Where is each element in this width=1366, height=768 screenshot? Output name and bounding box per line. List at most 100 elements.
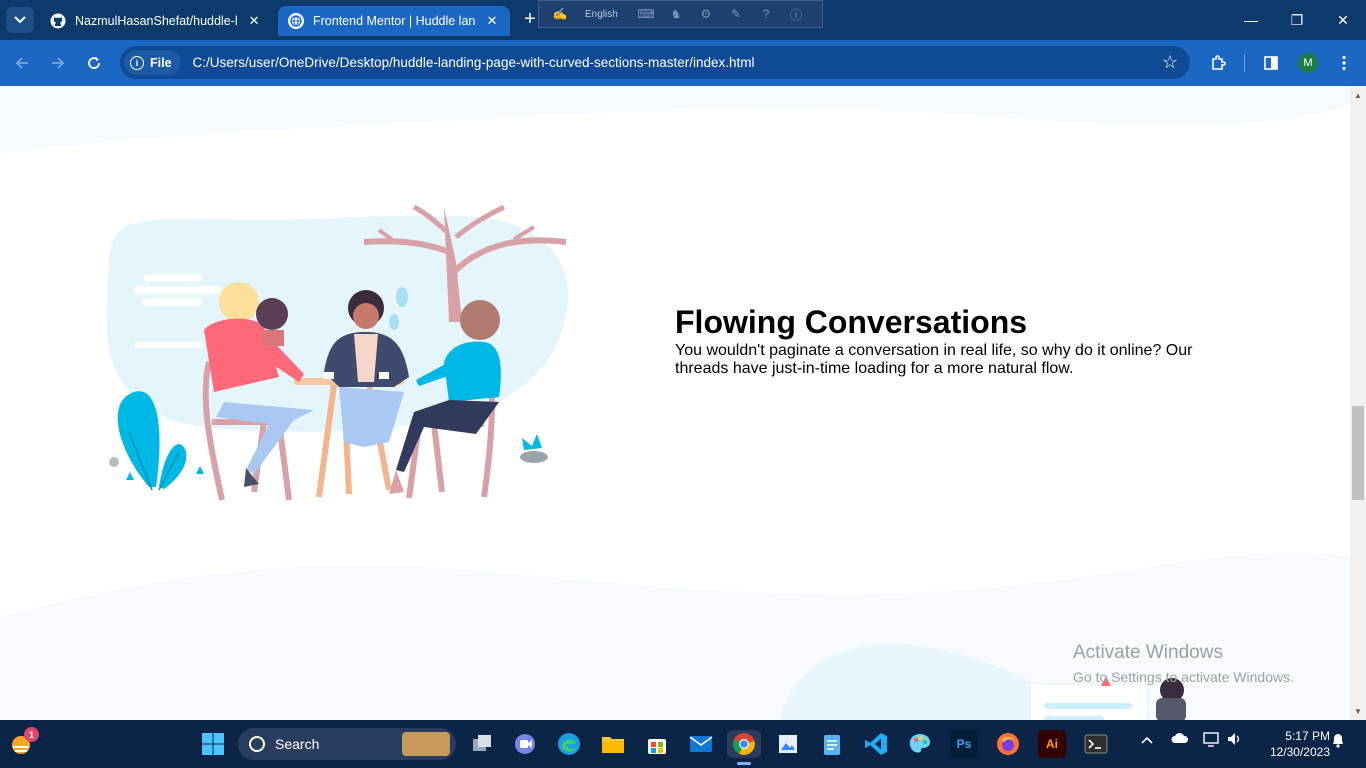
task-view-button[interactable]	[468, 730, 496, 758]
tab-search-button[interactable]	[6, 7, 34, 33]
scrollbar-thumb[interactable]	[1352, 406, 1364, 500]
url-text[interactable]: C:/Users/user/OneDrive/Desktop/huddle-la…	[193, 55, 755, 70]
restore-button[interactable]: ❐	[1274, 0, 1320, 40]
gear-icon[interactable]: ⚙	[697, 5, 715, 23]
arrow-right-icon	[52, 57, 65, 69]
network-icon[interactable]	[1203, 732, 1221, 751]
close-window-button[interactable]: ✕	[1320, 0, 1366, 40]
address-bar[interactable]: i File C:/Users/user/OneDrive/Desktop/hu…	[120, 46, 1190, 79]
tab-close-icon[interactable]: ✕	[484, 13, 500, 29]
page-viewport: Flowing Conversations You wouldn't pagin…	[0, 86, 1350, 720]
watermark-subtitle: Go to Settings to activate Windows.	[1073, 669, 1294, 685]
forward-button[interactable]	[45, 50, 71, 76]
palette-icon	[909, 734, 930, 753]
chrome-button[interactable]	[727, 730, 761, 758]
volume-icon[interactable]	[1227, 732, 1243, 749]
star-icon[interactable]: ☆	[1162, 52, 1178, 73]
video-chat-icon	[515, 734, 535, 754]
store-icon	[648, 739, 666, 754]
reload-icon	[88, 57, 100, 69]
system-clock[interactable]: 5:17 PM 12/30/2023	[1256, 728, 1330, 760]
windows-taskbar: 1 Search Ps Ai 5:17 PM 12/30/2023	[0, 720, 1366, 768]
photos-button[interactable]	[774, 730, 802, 758]
terminal-button[interactable]	[1082, 730, 1110, 758]
notification-bell-icon[interactable]	[1331, 732, 1345, 751]
taskbar-search[interactable]: Search	[238, 728, 456, 760]
weather-widget[interactable]: 1	[8, 727, 39, 758]
search-label: Search	[275, 736, 320, 752]
arrow-left-icon	[15, 57, 28, 69]
illustrator-button[interactable]: Ai	[1038, 730, 1066, 758]
tab-label: NazmulHasanShefat/huddle-lan	[75, 14, 239, 28]
language-label[interactable]: English	[585, 9, 625, 20]
kebab-menu-icon	[1342, 55, 1346, 71]
site-info-chip[interactable]: i File	[124, 50, 181, 75]
notepad-icon	[824, 735, 840, 755]
tab-frontend-mentor[interactable]: Frontend Mentor | Huddle landi ✕	[278, 6, 510, 36]
tab-label: Frontend Mentor | Huddle landi	[313, 14, 477, 28]
site-info-label: File	[150, 55, 172, 70]
search-icon	[249, 736, 265, 752]
browser-toolbar: i File C:/Users/user/OneDrive/Desktop/hu…	[0, 40, 1366, 86]
chevron-down-icon	[14, 16, 26, 24]
profile-avatar[interactable]: M	[1298, 53, 1318, 73]
photoshop-button[interactable]: Ps	[950, 730, 978, 758]
paint-button[interactable]	[906, 730, 934, 758]
mail-button[interactable]	[687, 730, 715, 758]
language-bar: ✍ English ⌨ ♞ ⚙ ✎ ? ⓘ	[538, 0, 823, 28]
active-app-indicator	[737, 762, 751, 765]
keyboard-icon[interactable]: ⌨	[637, 5, 655, 23]
menu-button[interactable]	[1331, 50, 1357, 76]
info-icon[interactable]: ⓘ	[787, 5, 805, 23]
extensions-button[interactable]	[1205, 50, 1231, 76]
feature-section: Flowing Conversations You wouldn't pagin…	[675, 302, 1235, 378]
extensions-icon	[1212, 55, 1226, 70]
side-panel-button[interactable]	[1258, 50, 1284, 76]
chevron-up-icon	[1141, 736, 1153, 744]
scroll-down-arrow[interactable]: ▼	[1350, 704, 1366, 718]
vertical-scrollbar[interactable]: ▲ ▼	[1350, 86, 1366, 720]
title-bar: NazmulHasanShefat/huddle-lan ✕ Frontend …	[0, 0, 1366, 40]
terminal-icon	[1084, 734, 1108, 754]
tab-github[interactable]: NazmulHasanShefat/huddle-lan ✕	[40, 6, 272, 36]
sidebar-icon	[1264, 56, 1278, 70]
edge-button[interactable]	[555, 730, 583, 758]
clock-time: 5:17 PM	[1285, 729, 1330, 743]
pen-icon[interactable]: ✎	[727, 5, 745, 23]
edge-icon	[558, 733, 580, 755]
activate-windows-watermark: Activate Windows Go to Settings to activ…	[1073, 642, 1294, 685]
watermark-title: Activate Windows	[1073, 642, 1223, 663]
task-view-icon	[473, 735, 491, 751]
back-button[interactable]	[9, 50, 35, 76]
teams-button[interactable]	[511, 730, 539, 758]
feature-title: Flowing Conversations	[675, 304, 1028, 340]
search-highlight-icon	[402, 732, 450, 756]
toolbar-divider	[1244, 54, 1245, 72]
firefox-button[interactable]	[994, 730, 1022, 758]
vscode-button[interactable]	[862, 730, 890, 758]
show-hidden-icons[interactable]	[1141, 732, 1153, 747]
chrome-icon	[732, 733, 755, 755]
reload-button[interactable]	[81, 50, 107, 76]
feature-description: You wouldn't paginate a conversation in …	[675, 342, 1193, 377]
notification-badge: 1	[24, 727, 39, 742]
clock-date: 12/30/2023	[1269, 745, 1330, 759]
vscode-icon	[865, 733, 887, 755]
tab-close-icon[interactable]: ✕	[246, 13, 262, 29]
chess-icon[interactable]: ♞	[667, 5, 685, 23]
start-button[interactable]	[199, 730, 227, 758]
minimize-button[interactable]: —	[1228, 0, 1274, 40]
store-button[interactable]	[643, 730, 671, 758]
help-icon[interactable]: ?	[757, 5, 775, 23]
scroll-up-arrow[interactable]: ▲	[1350, 88, 1366, 102]
file-explorer-button[interactable]	[599, 730, 627, 758]
windows-start-icon	[202, 733, 224, 755]
image-viewer-icon	[779, 735, 797, 753]
notepad-button[interactable]	[818, 730, 846, 758]
flowing-conversations-illustration	[106, 204, 569, 501]
firefox-icon	[997, 733, 1019, 755]
mail-icon	[689, 736, 713, 752]
folder-icon	[602, 737, 624, 753]
input-method-icon[interactable]: ✍	[551, 5, 569, 23]
onedrive-icon[interactable]	[1171, 732, 1189, 747]
